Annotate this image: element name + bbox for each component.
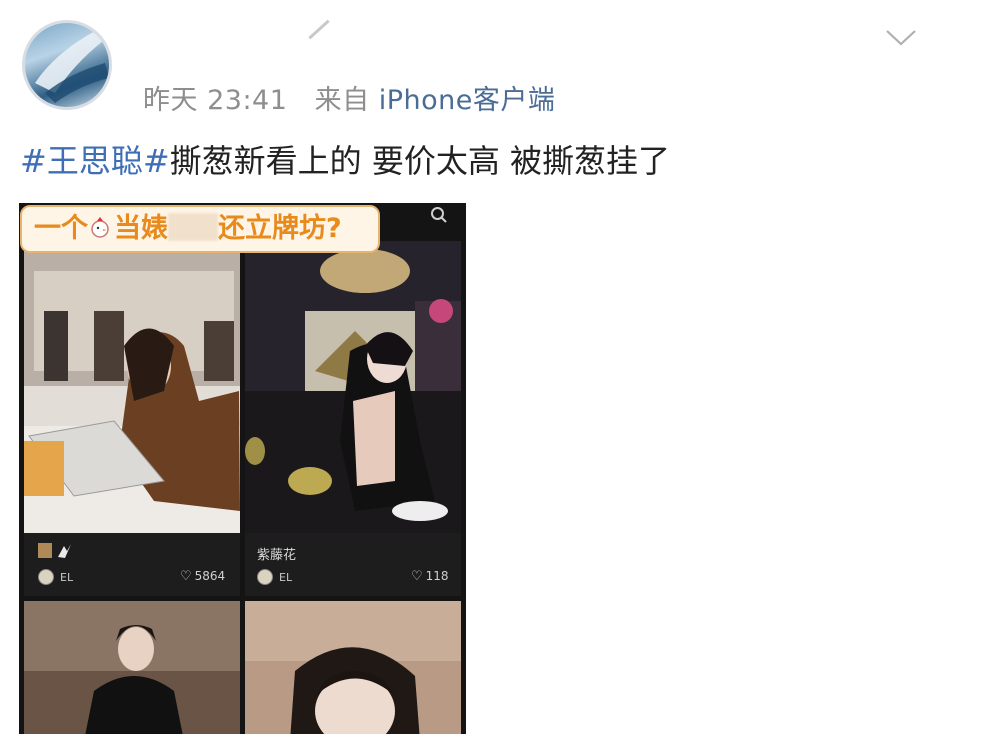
hashtag-link[interactable]: #王思聪# — [20, 142, 170, 180]
avatar-icon — [35, 31, 109, 103]
caption-emoji-icon — [38, 542, 72, 560]
feed-card[interactable] — [24, 601, 240, 734]
feed-card[interactable] — [245, 601, 461, 734]
like-count: 5864 — [194, 569, 226, 583]
like-count: 118 — [425, 569, 449, 583]
card-user[interactable]: EL — [38, 569, 73, 585]
card-likes[interactable]: ♡ 118 — [411, 569, 449, 584]
heart-icon: ♡ — [411, 569, 423, 584]
card-photo — [245, 241, 461, 533]
post-source-link[interactable]: iPhone客户端 — [379, 85, 556, 116]
post-time: 昨天 23:41 — [143, 85, 288, 116]
post-body: 撕葱新看上的 要价太高 被撕葱挂了 — [169, 142, 670, 180]
feed-card[interactable]: 紫藤花 EL ♡ 118 — [245, 241, 461, 596]
banner-text-start: 一个 — [34, 213, 88, 244]
screenshot-title-banner: 一个 当婊 还立牌坊? — [20, 205, 380, 253]
post-text: #王思聪#撕葱新看上的 要价太高 被撕葱挂了 — [20, 136, 670, 182]
card-username: EL — [279, 570, 293, 584]
feed-card[interactable]: EL ♡ 5864 — [24, 251, 240, 596]
censored-blur — [168, 213, 218, 241]
banner-text-end: 还立牌坊? — [218, 213, 342, 244]
divider-mark — [308, 19, 330, 40]
card-likes[interactable]: ♡ 5864 — [180, 569, 225, 584]
card-photo — [24, 251, 240, 533]
heart-icon: ♡ — [180, 569, 192, 584]
chicken-emoji-icon — [88, 207, 114, 251]
card-user[interactable]: EL — [257, 569, 292, 585]
search-icon[interactable] — [430, 206, 448, 224]
embedded-screenshot[interactable]: EL ♡ 5864 紫藤花 EL ♡ 118 — [19, 203, 466, 734]
card-username: EL — [60, 570, 74, 584]
chevron-down-icon[interactable] — [884, 26, 918, 48]
card-photo — [24, 601, 240, 734]
banner-text-mid: 当婊 — [114, 213, 218, 244]
card-photo — [245, 601, 461, 734]
post-meta: 昨天 23:41 来自 iPhone客户端 — [143, 78, 555, 117]
user-avatar-icon — [257, 569, 273, 585]
post-source-prefix: 来自 — [314, 85, 370, 116]
user-avatar[interactable] — [22, 20, 112, 110]
user-avatar-icon — [38, 569, 54, 585]
card-caption: 紫藤花 — [257, 548, 297, 563]
